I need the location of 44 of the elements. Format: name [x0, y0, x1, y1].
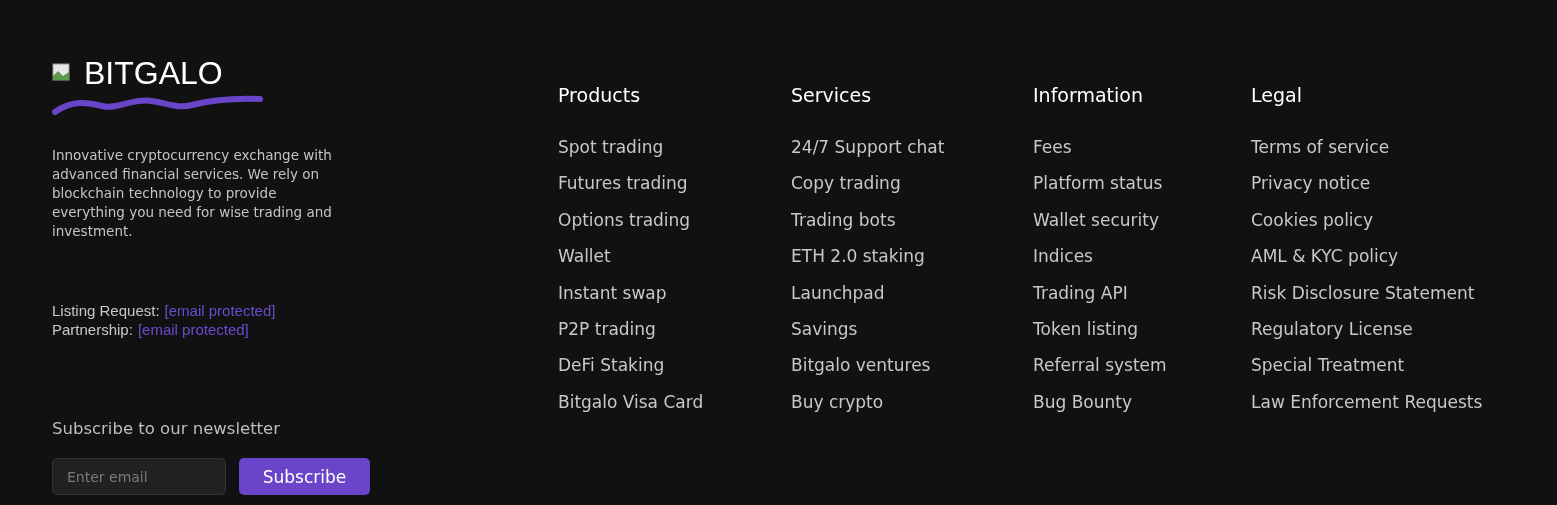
brand-name: BITGALO — [84, 58, 223, 88]
column-heading: Information — [1033, 83, 1144, 108]
footer-link[interactable]: 24/7 Support chat — [791, 134, 1033, 160]
column-heading: Services — [791, 83, 873, 108]
footer-link[interactable]: Launchpad — [791, 279, 1033, 306]
footer-link[interactable]: Spot trading — [558, 134, 791, 160]
footer-link[interactable]: Privacy notice — [1251, 170, 1501, 197]
footer-link[interactable]: Buy crypto — [791, 388, 1033, 415]
column-heading: Products — [558, 83, 642, 108]
contact-label: Partnership: — [52, 320, 133, 339]
footer-link[interactable]: Token listing — [1033, 315, 1251, 342]
footer-link[interactable]: Wallet security — [1033, 206, 1251, 233]
footer-link[interactable]: Futures trading — [558, 170, 791, 197]
footer-link[interactable]: Bitgalo ventures — [791, 352, 1033, 379]
newsletter-title: Subscribe to our newsletter — [52, 419, 281, 438]
footer-link[interactable]: Fees — [1033, 134, 1251, 160]
footer-link[interactable]: DeFi Staking — [558, 352, 791, 379]
footer-link[interactable]: Trading API — [1033, 279, 1251, 306]
footer-link[interactable]: Indices — [1033, 243, 1251, 270]
company-description: Innovative cryptocurrency exchange with advanced financial services. We rely on blockchain technology to provide everything you need for wise trading and investment. — [52, 146, 333, 241]
footer-link[interactable]: Platform status — [1033, 170, 1251, 197]
footer-link[interactable]: Cookies policy — [1251, 206, 1501, 233]
footer-link[interactable]: Instant swap — [558, 279, 791, 306]
footer-link[interactable]: Wallet — [558, 243, 791, 270]
broken-image-icon — [52, 63, 72, 83]
footer-link[interactable]: P2P trading — [558, 315, 791, 342]
footer-link[interactable]: Terms of service — [1251, 134, 1501, 160]
footer-link[interactable]: Savings — [791, 315, 1033, 342]
footer-link[interactable]: Regulatory License — [1251, 315, 1501, 342]
column-heading: Legal — [1251, 83, 1303, 108]
footer-link[interactable]: Copy trading — [791, 170, 1033, 197]
footer-link[interactable]: Referral system — [1033, 352, 1251, 379]
footer-link[interactable]: Bitgalo Visa Card — [558, 388, 791, 415]
subscribe-button[interactable]: Subscribe — [239, 458, 370, 495]
footer-link[interactable]: Bug Bounty — [1033, 388, 1251, 415]
footer-link[interactable]: AML & KYC policy — [1251, 243, 1501, 270]
footer-link[interactable]: Options trading — [558, 206, 791, 233]
footer-link[interactable]: Risk Disclosure Statement — [1251, 279, 1501, 306]
footer-link[interactable]: Trading bots — [791, 206, 1033, 233]
contact-label: Listing Request: — [52, 301, 160, 320]
footer-link[interactable]: ETH 2.0 staking — [791, 243, 1033, 270]
footer-link[interactable]: Law Enforcement Requests — [1251, 388, 1501, 415]
footer-link[interactable]: Special Treatment — [1251, 352, 1501, 379]
email-input[interactable]: Enter email — [52, 458, 226, 495]
